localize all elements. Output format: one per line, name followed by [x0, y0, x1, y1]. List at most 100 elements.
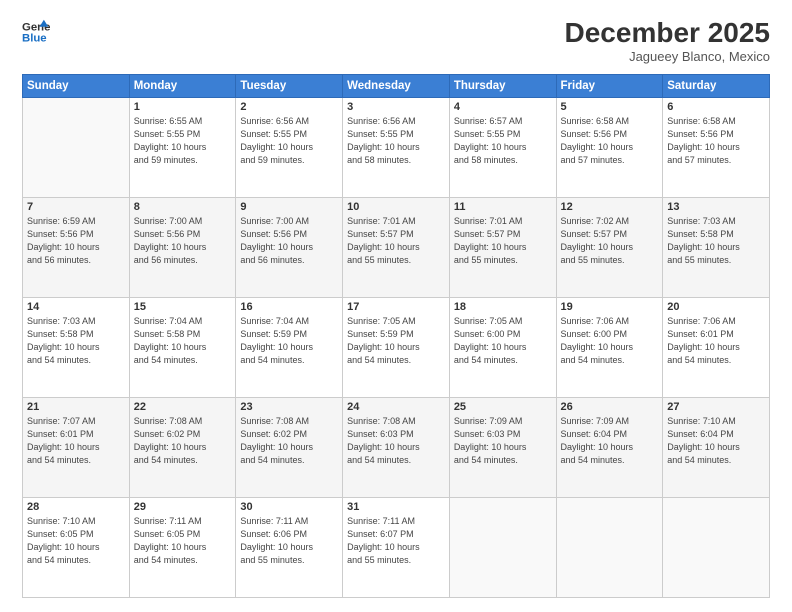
calendar-cell: 28 Sunrise: 7:10 AM Sunset: 6:05 PM Dayli…	[23, 497, 130, 597]
cell-day-number: 26	[561, 401, 659, 413]
cell-info-text: Sunrise: 6:56 AM Sunset: 5:55 PM Dayligh…	[240, 115, 338, 167]
cell-day-number: 21	[27, 401, 125, 413]
day-header-monday: Monday	[129, 74, 236, 97]
cell-info-text: Sunrise: 6:58 AM Sunset: 5:56 PM Dayligh…	[561, 115, 659, 167]
cell-day-number: 23	[240, 401, 338, 413]
calendar-cell: 24 Sunrise: 7:08 AM Sunset: 6:03 PM Dayli…	[343, 397, 450, 497]
calendar-cell: 7Sunrise: 6:59 AM Sunset: 5:56 PM Daylig…	[23, 197, 130, 297]
day-header-tuesday: Tuesday	[236, 74, 343, 97]
calendar-cell: 11 Sunrise: 7:01 AM Sunset: 5:57 PM Dayli…	[449, 197, 556, 297]
cell-day-number: 8	[134, 201, 232, 213]
cell-day-number: 17	[347, 301, 445, 313]
calendar-cell: 30Sunrise: 7:11 AM Sunset: 6:06 PM Dayli…	[236, 497, 343, 597]
cell-day-number: 13	[667, 201, 765, 213]
title-block: December 2025 Jagueey Blanco, Mexico	[565, 18, 770, 64]
calendar-cell: 31Sunrise: 7:11 AM Sunset: 6:07 PM Dayli…	[343, 497, 450, 597]
cell-day-number: 20	[667, 301, 765, 313]
calendar-cell	[449, 497, 556, 597]
logo-icon: General Blue	[22, 18, 50, 46]
calendar-week-row: 1 Sunrise: 6:55 AM Sunset: 5:55 PM Daylig…	[23, 97, 770, 197]
cell-day-number: 2	[240, 101, 338, 113]
cell-day-number: 1	[134, 101, 232, 113]
cell-info-text: Sunrise: 6:58 AM Sunset: 5:56 PM Dayligh…	[667, 115, 765, 167]
calendar-cell: 29 Sunrise: 7:11 AM Sunset: 6:05 PM Dayli…	[129, 497, 236, 597]
cell-day-number: 29	[134, 501, 232, 513]
cell-day-number: 4	[454, 101, 552, 113]
cell-day-number: 16	[240, 301, 338, 313]
calendar-cell: 22Sunrise: 7:08 AM Sunset: 6:02 PM Dayli…	[129, 397, 236, 497]
cell-info-text: Sunrise: 7:03 AM Sunset: 5:58 PM Dayligh…	[27, 315, 125, 367]
cell-info-text: Sunrise: 7:04 AM Sunset: 5:58 PM Dayligh…	[134, 315, 232, 367]
calendar-cell: 26 Sunrise: 7:09 AM Sunset: 6:04 PM Dayli…	[556, 397, 663, 497]
calendar-week-row: 14 Sunrise: 7:03 AM Sunset: 5:58 PM Dayli…	[23, 297, 770, 397]
cell-info-text: Sunrise: 7:01 AM Sunset: 5:57 PM Dayligh…	[347, 215, 445, 267]
calendar-cell: 20 Sunrise: 7:06 AM Sunset: 6:01 PM Dayli…	[663, 297, 770, 397]
day-header-thursday: Thursday	[449, 74, 556, 97]
calendar-cell: 5 Sunrise: 6:58 AM Sunset: 5:56 PM Daylig…	[556, 97, 663, 197]
cell-day-number: 15	[134, 301, 232, 313]
cell-day-number: 30	[240, 501, 338, 513]
calendar-week-row: 28 Sunrise: 7:10 AM Sunset: 6:05 PM Dayli…	[23, 497, 770, 597]
day-header-wednesday: Wednesday	[343, 74, 450, 97]
cell-info-text: Sunrise: 7:11 AM Sunset: 6:05 PM Dayligh…	[134, 515, 232, 567]
cell-day-number: 25	[454, 401, 552, 413]
cell-info-text: Sunrise: 7:08 AM Sunset: 6:03 PM Dayligh…	[347, 415, 445, 467]
cell-day-number: 6	[667, 101, 765, 113]
cell-day-number: 10	[347, 201, 445, 213]
cell-info-text: Sunrise: 7:08 AM Sunset: 6:02 PM Dayligh…	[240, 415, 338, 467]
cell-info-text: Sunrise: 7:00 AM Sunset: 5:56 PM Dayligh…	[240, 215, 338, 267]
cell-info-text: Sunrise: 7:05 AM Sunset: 6:00 PM Dayligh…	[454, 315, 552, 367]
calendar-cell: 8 Sunrise: 7:00 AM Sunset: 5:56 PM Daylig…	[129, 197, 236, 297]
calendar-cell: 12 Sunrise: 7:02 AM Sunset: 5:57 PM Dayli…	[556, 197, 663, 297]
cell-day-number: 28	[27, 501, 125, 513]
calendar-cell	[556, 497, 663, 597]
cell-info-text: Sunrise: 7:01 AM Sunset: 5:57 PM Dayligh…	[454, 215, 552, 267]
calendar-cell: 16 Sunrise: 7:04 AM Sunset: 5:59 PM Dayli…	[236, 297, 343, 397]
cell-day-number: 11	[454, 201, 552, 213]
cell-info-text: Sunrise: 7:10 AM Sunset: 6:05 PM Dayligh…	[27, 515, 125, 567]
day-header-friday: Friday	[556, 74, 663, 97]
calendar-cell: 3Sunrise: 6:56 AM Sunset: 5:55 PM Daylig…	[343, 97, 450, 197]
cell-day-number: 18	[454, 301, 552, 313]
cell-info-text: Sunrise: 7:11 AM Sunset: 6:07 PM Dayligh…	[347, 515, 445, 567]
day-header-saturday: Saturday	[663, 74, 770, 97]
cell-info-text: Sunrise: 7:00 AM Sunset: 5:56 PM Dayligh…	[134, 215, 232, 267]
cell-info-text: Sunrise: 7:07 AM Sunset: 6:01 PM Dayligh…	[27, 415, 125, 467]
cell-info-text: Sunrise: 7:09 AM Sunset: 6:04 PM Dayligh…	[561, 415, 659, 467]
calendar-week-row: 21 Sunrise: 7:07 AM Sunset: 6:01 PM Dayli…	[23, 397, 770, 497]
calendar-cell: 15 Sunrise: 7:04 AM Sunset: 5:58 PM Dayli…	[129, 297, 236, 397]
calendar-cell: 27Sunrise: 7:10 AM Sunset: 6:04 PM Dayli…	[663, 397, 770, 497]
calendar-header-row: SundayMondayTuesdayWednesdayThursdayFrid…	[23, 74, 770, 97]
svg-text:Blue: Blue	[22, 33, 47, 45]
cell-day-number: 12	[561, 201, 659, 213]
cell-info-text: Sunrise: 7:04 AM Sunset: 5:59 PM Dayligh…	[240, 315, 338, 367]
cell-info-text: Sunrise: 7:02 AM Sunset: 5:57 PM Dayligh…	[561, 215, 659, 267]
calendar-cell: 6 Sunrise: 6:58 AM Sunset: 5:56 PM Daylig…	[663, 97, 770, 197]
cell-day-number: 14	[27, 301, 125, 313]
calendar-cell: 9Sunrise: 7:00 AM Sunset: 5:56 PM Daylig…	[236, 197, 343, 297]
cell-day-number: 3	[347, 101, 445, 113]
month-title: December 2025	[565, 18, 770, 49]
calendar-week-row: 7Sunrise: 6:59 AM Sunset: 5:56 PM Daylig…	[23, 197, 770, 297]
cell-info-text: Sunrise: 7:06 AM Sunset: 6:01 PM Dayligh…	[667, 315, 765, 367]
cell-day-number: 5	[561, 101, 659, 113]
cell-info-text: Sunrise: 7:06 AM Sunset: 6:00 PM Dayligh…	[561, 315, 659, 367]
cell-info-text: Sunrise: 6:55 AM Sunset: 5:55 PM Dayligh…	[134, 115, 232, 167]
calendar-table: SundayMondayTuesdayWednesdayThursdayFrid…	[22, 74, 770, 598]
calendar-cell: 17 Sunrise: 7:05 AM Sunset: 5:59 PM Dayli…	[343, 297, 450, 397]
page: General Blue December 2025 Jagueey Blanc…	[0, 0, 792, 612]
calendar-cell	[663, 497, 770, 597]
calendar-cell: 19 Sunrise: 7:06 AM Sunset: 6:00 PM Dayli…	[556, 297, 663, 397]
cell-info-text: Sunrise: 7:05 AM Sunset: 5:59 PM Dayligh…	[347, 315, 445, 367]
calendar-cell: 25Sunrise: 7:09 AM Sunset: 6:03 PM Dayli…	[449, 397, 556, 497]
header: General Blue December 2025 Jagueey Blanc…	[22, 18, 770, 64]
cell-info-text: Sunrise: 7:03 AM Sunset: 5:58 PM Dayligh…	[667, 215, 765, 267]
cell-day-number: 19	[561, 301, 659, 313]
cell-info-text: Sunrise: 7:10 AM Sunset: 6:04 PM Dayligh…	[667, 415, 765, 467]
day-header-sunday: Sunday	[23, 74, 130, 97]
calendar-cell: 18 Sunrise: 7:05 AM Sunset: 6:00 PM Dayli…	[449, 297, 556, 397]
cell-day-number: 22	[134, 401, 232, 413]
cell-day-number: 24	[347, 401, 445, 413]
calendar-cell: 4Sunrise: 6:57 AM Sunset: 5:55 PM Daylig…	[449, 97, 556, 197]
calendar-cell: 1 Sunrise: 6:55 AM Sunset: 5:55 PM Daylig…	[129, 97, 236, 197]
